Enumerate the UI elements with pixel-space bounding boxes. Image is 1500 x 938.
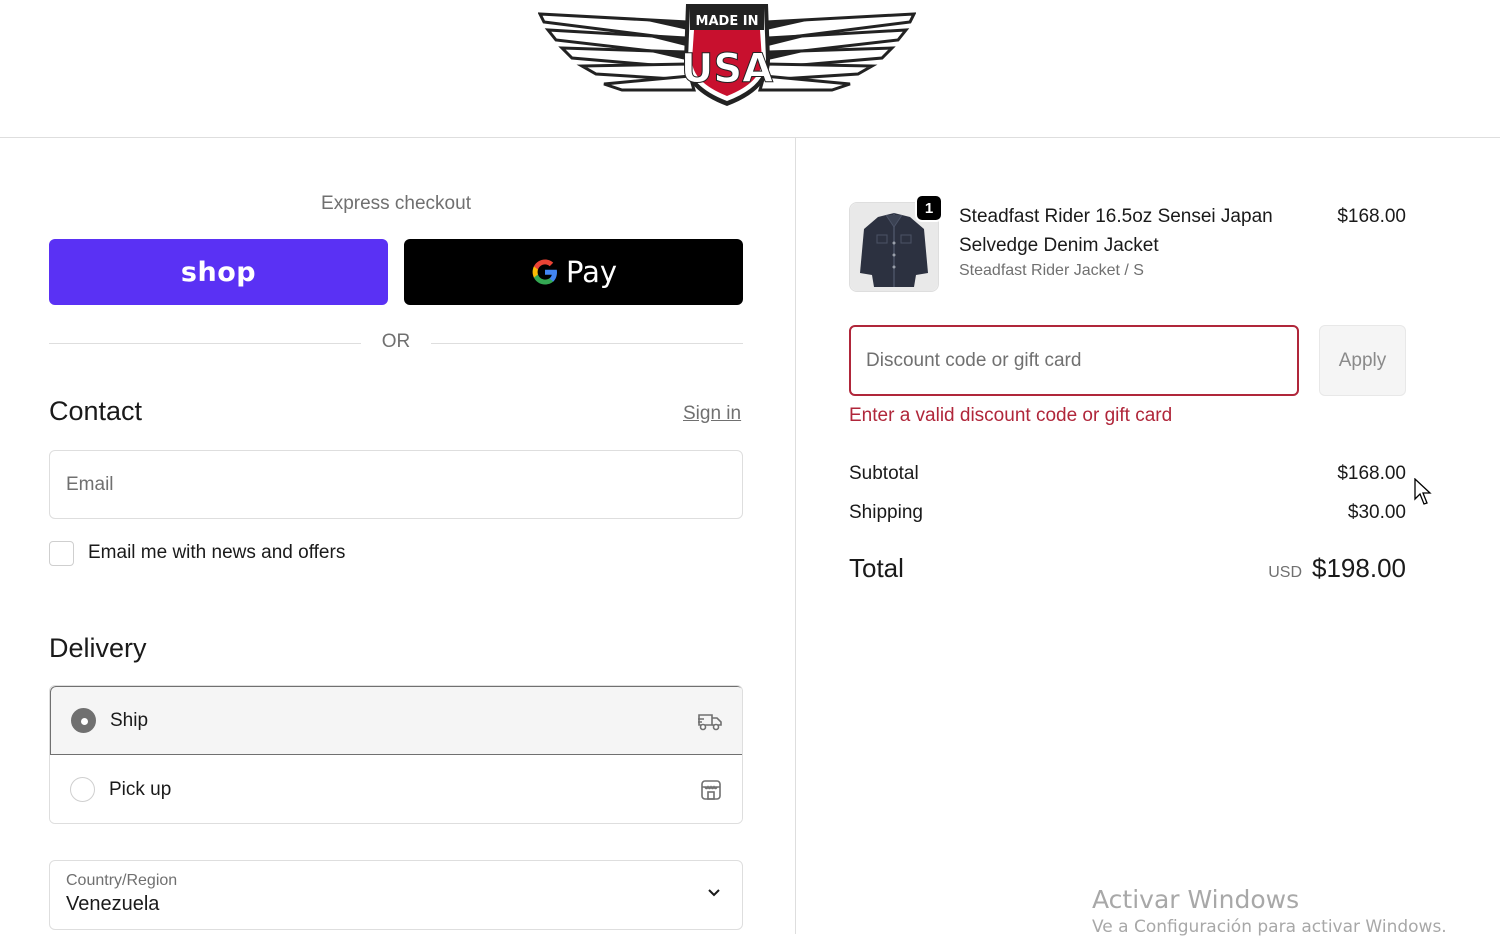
shipping-label: Shipping [849, 502, 923, 523]
shipping-row: Shipping $30.00 [849, 502, 1406, 524]
express-checkout-label: Express checkout [321, 193, 471, 214]
chevron-down-icon [708, 889, 720, 897]
logo-made-in-text: MADE IN [696, 14, 759, 29]
product-name: Steadfast Rider 16.5oz Sensei Japan Selv… [959, 206, 1273, 256]
truck-icon [697, 708, 723, 734]
delivery-option-ship[interactable]: Ship [50, 686, 742, 755]
google-pay-label: Pay [565, 255, 618, 289]
delivery-option-pickup[interactable]: Pick up [50, 755, 742, 823]
windows-activation-watermark: Activar Windows Ve a Configuración para … [1092, 884, 1447, 938]
or-divider: OR [49, 331, 743, 357]
subtotal-label: Subtotal [849, 463, 919, 484]
pickup-label: Pick up [109, 778, 172, 800]
pickup-radio[interactable] [70, 777, 95, 802]
order-summary-column: 1 Steadfast Rider 16.5oz Sensei Japan Se… [797, 138, 1500, 934]
sign-in-link[interactable]: Sign in [683, 403, 741, 425]
watermark-subtitle: Ve a Configuración para activar Windows. [1092, 917, 1447, 937]
newsletter-label: Email me with news and offers [88, 542, 346, 563]
ship-radio[interactable] [71, 708, 96, 733]
subtotal-value: $168.00 [1337, 463, 1406, 484]
or-text: OR [381, 331, 411, 352]
total-amount-group: USD $198.00 [1268, 553, 1406, 584]
store-icon [698, 777, 724, 803]
discount-error-message: Enter a valid discount code or gift card [849, 405, 1173, 426]
header: MADE IN USA [0, 0, 1500, 138]
contact-title: Contact [49, 396, 143, 426]
shipping-value: $30.00 [1347, 502, 1406, 523]
watermark-title: Activar Windows [1092, 885, 1300, 914]
total-amount: $198.00 [1312, 553, 1406, 583]
total-label: Total [849, 553, 904, 583]
product-price: $168.00 [1337, 206, 1406, 227]
mouse-cursor-icon [1414, 478, 1432, 505]
country-region-select[interactable]: Country/Region Venezuela [49, 860, 743, 930]
currency-code: USD [1268, 564, 1303, 581]
shop-pay-button[interactable]: shop [49, 239, 388, 305]
total-row: Total USD $198.00 [849, 553, 1406, 584]
checkout-form-column: Express checkout shop Pay OR Contact Sig… [0, 138, 796, 934]
delivery-title: Delivery [49, 633, 147, 663]
apply-discount-button[interactable]: Apply [1319, 325, 1406, 396]
logo-usa-text: USA [681, 46, 773, 92]
ship-label: Ship [110, 709, 149, 731]
google-g-icon [532, 259, 557, 285]
delivery-method-group: Ship Pick up [49, 685, 743, 824]
country-region-value: Venezuela [66, 893, 160, 915]
quantity-badge: 1 [915, 194, 943, 222]
product-variant: Steadfast Rider Jacket / S [959, 262, 1144, 279]
made-in-usa-logo[interactable]: MADE IN USA [538, 0, 916, 108]
shop-pay-label: shop [180, 256, 257, 288]
google-pay-button[interactable]: Pay [404, 239, 743, 305]
email-input[interactable] [49, 450, 743, 519]
discount-code-input[interactable] [849, 325, 1299, 396]
subtotal-row: Subtotal $168.00 [849, 463, 1406, 485]
newsletter-checkbox[interactable] [49, 540, 74, 566]
newsletter-option[interactable]: Email me with news and offers [49, 539, 345, 567]
country-region-label: Country/Region [66, 872, 178, 889]
